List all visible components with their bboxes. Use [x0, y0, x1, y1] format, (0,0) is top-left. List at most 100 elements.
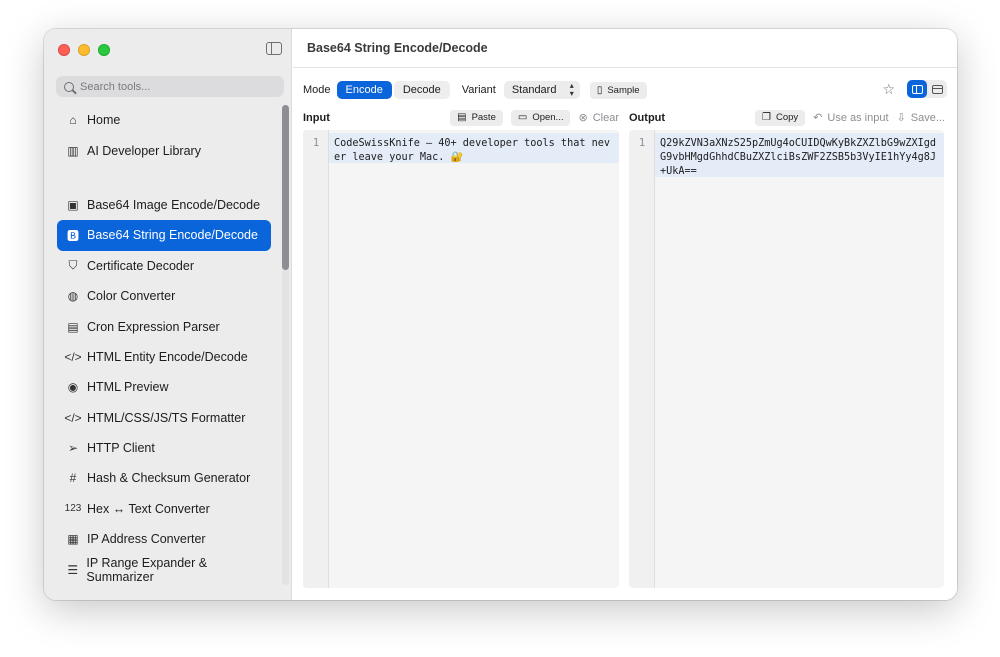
- open-button-label: Open...: [532, 112, 564, 123]
- minimize-window-button[interactable]: [78, 44, 90, 56]
- zoom-window-button[interactable]: [98, 44, 110, 56]
- input-text[interactable]: CodeSwissKnife — 40+ developer tools tha…: [334, 137, 613, 165]
- open-button[interactable]: ▭ Open...: [510, 109, 571, 126]
- use-as-input-label: Use as input: [827, 111, 889, 124]
- sidebar-item-label: HTML Preview: [87, 380, 169, 395]
- sidebar-item-label: Base64 Image Encode/Decode: [87, 197, 261, 212]
- sidebar-item-home[interactable]: ⌂ Home: [57, 105, 271, 135]
- sidebar-item-label: Color Converter: [87, 289, 176, 304]
- copy-button[interactable]: ❐ Copy: [755, 109, 806, 126]
- sidebar-item-label: Certificate Decoder: [87, 258, 194, 273]
- line-gutter: [303, 130, 329, 588]
- calendar-clock-icon: ▤: [67, 319, 79, 334]
- sidebar-item-label: HTTP Client: [87, 441, 155, 456]
- sidebar-item-base64-string[interactable]: 🅱 Base64 String Encode/Decode: [57, 220, 271, 251]
- output-title: Output: [629, 111, 666, 124]
- sidebar-item-ip-address[interactable]: ▦ IP Address Converter: [57, 524, 271, 554]
- sidebar-scrollbar[interactable]: [282, 105, 289, 585]
- copy-button-label: Copy: [775, 112, 799, 123]
- folder-icon: ▭: [517, 112, 528, 123]
- stacked-layout-button[interactable]: [927, 80, 947, 98]
- titlebar: Base64 String Encode/Decode: [293, 29, 957, 68]
- save-icon: ⇩: [896, 112, 906, 124]
- sidebar-item-ip-range[interactable]: ☰ IP Range Expander & Summarizer: [57, 554, 271, 584]
- output-text[interactable]: Q29kZVN3aXNzS25pZmUg4oCUIDQwKyBkZXZlbG9w…: [660, 137, 938, 179]
- chevron-updown-icon: ▴ ▾: [569, 81, 574, 98]
- sidebar-item-html-preview[interactable]: ◉ HTML Preview: [57, 372, 271, 402]
- code-brackets-icon: </>: [64, 410, 82, 425]
- input-pane-header: Input ▤ Paste ▭ Open... ⊗ Clear: [303, 109, 619, 126]
- number-sign-icon: #: [69, 471, 77, 486]
- output-pane-header: Output ❐ Copy ↶ Use as input ⇩ Save...: [629, 109, 945, 126]
- b-square-icon: 🅱: [66, 228, 79, 243]
- sidebar-item-ai-developer-library[interactable]: ▥ AI Developer Library: [57, 135, 271, 165]
- clipboard-icon: ▤: [457, 112, 467, 123]
- toolbar: Mode Encode Decode Variant Standard ▴ ▾ ▯…: [303, 80, 947, 100]
- eye-icon: ◉: [67, 380, 79, 395]
- sidebar-item-html-entity[interactable]: </> HTML Entity Encode/Decode: [57, 342, 271, 372]
- network-icon: ▦: [67, 532, 79, 547]
- list-icon: ☰: [67, 562, 79, 577]
- variant-select[interactable]: Standard ▴ ▾: [503, 81, 580, 99]
- decode-button[interactable]: Decode: [393, 81, 450, 99]
- variant-label: Variant: [461, 84, 496, 96]
- palette-icon: ◍: [67, 289, 79, 304]
- sidebar-item-color-converter[interactable]: ◍ Color Converter: [57, 281, 271, 311]
- input-editor[interactable]: 1 CodeSwissKnife — 40+ developer tools t…: [303, 130, 619, 588]
- 123-icon: 123: [64, 503, 82, 515]
- sidebar-scroll-thumb[interactable]: [282, 105, 289, 270]
- sidebar-nav: ⌂ Home ▥ AI Developer Library ▣ Base64 I…: [57, 105, 271, 585]
- sidebar-item-label: Base64 String Encode/Decode: [87, 228, 258, 243]
- columns-icon: [911, 84, 923, 94]
- paperplane-icon: ➢: [67, 441, 79, 456]
- sidebar-item-label: HTML Entity Encode/Decode: [87, 349, 248, 364]
- encode-button[interactable]: Encode: [336, 81, 392, 99]
- sidebar-item-http-client[interactable]: ➢ HTTP Client: [57, 433, 271, 463]
- sidebar-item-certificate-decoder[interactable]: ⛉ Certificate Decoder: [57, 251, 271, 281]
- variant-value: Standard: [511, 84, 557, 96]
- sidebar-item-label: AI Developer Library: [87, 143, 201, 158]
- sidebar-item-label: Hash & Checksum Generator: [87, 471, 251, 486]
- search-input[interactable]: [80, 80, 270, 93]
- sidebar-item-hex-text[interactable]: 123 Hex ↔ Text Converter: [57, 494, 271, 524]
- mode-segmented-control: Encode Decode: [336, 81, 450, 99]
- main-content: Base64 String Encode/Decode Mode Encode …: [293, 29, 957, 600]
- paste-button-label: Paste: [471, 112, 496, 123]
- sidebar-item-formatter[interactable]: </> HTML/CSS/JS/TS Formatter: [57, 403, 271, 433]
- copy-icon: ❐: [762, 112, 771, 123]
- traffic-lights: [58, 44, 110, 56]
- search-field[interactable]: [56, 76, 284, 97]
- clear-x-circle-icon: ⊗: [578, 112, 588, 124]
- sidebar-toggle-icon[interactable]: [266, 42, 282, 55]
- save-button[interactable]: ⇩ Save...: [896, 111, 945, 125]
- photo-icon: ▣: [67, 197, 79, 212]
- paste-button[interactable]: ▤ Paste: [450, 109, 503, 126]
- search-icon: [64, 81, 74, 92]
- rows-icon: [931, 84, 943, 94]
- clear-button[interactable]: ⊗ Clear: [578, 111, 619, 125]
- books-icon: ▥: [67, 143, 79, 158]
- sidebar-item-cron-parser[interactable]: ▤ Cron Expression Parser: [57, 311, 271, 341]
- sample-button[interactable]: ▯ Sample: [589, 81, 647, 99]
- sidebar-item-base64-image[interactable]: ▣ Base64 Image Encode/Decode: [57, 190, 271, 220]
- page-title: Base64 String Encode/Decode: [307, 41, 488, 55]
- line-number: 1: [312, 137, 320, 149]
- favorite-star-icon[interactable]: ☆: [882, 81, 895, 98]
- sample-button-label: Sample: [607, 84, 640, 96]
- output-editor[interactable]: 1 Q29kZVN3aXNzS25pZmUg4oCUIDQwKyBkZXZlbG…: [629, 130, 944, 588]
- use-as-input-button[interactable]: ↶ Use as input: [813, 111, 889, 125]
- sidebar-item-label: IP Address Converter: [87, 532, 206, 547]
- side-by-side-layout-button[interactable]: [907, 80, 927, 98]
- close-window-button[interactable]: [58, 44, 70, 56]
- shield-check-icon: ⛉: [68, 258, 78, 273]
- sidebar-item-label: IP Range Expander & Summarizer: [86, 555, 208, 584]
- sidebar-item-hash-generator[interactable]: # Hash & Checksum Generator: [57, 463, 271, 493]
- mode-label: Mode: [303, 84, 331, 96]
- house-icon: ⌂: [69, 113, 77, 128]
- undo-arrow-icon: ↶: [813, 112, 823, 124]
- sidebar-item-label: Hex ↔ Text Converter: [87, 501, 210, 516]
- layout-toggle: [907, 80, 947, 98]
- app-window: ⌂ Home ▥ AI Developer Library ▣ Base64 I…: [44, 29, 957, 600]
- line-gutter: [629, 130, 655, 588]
